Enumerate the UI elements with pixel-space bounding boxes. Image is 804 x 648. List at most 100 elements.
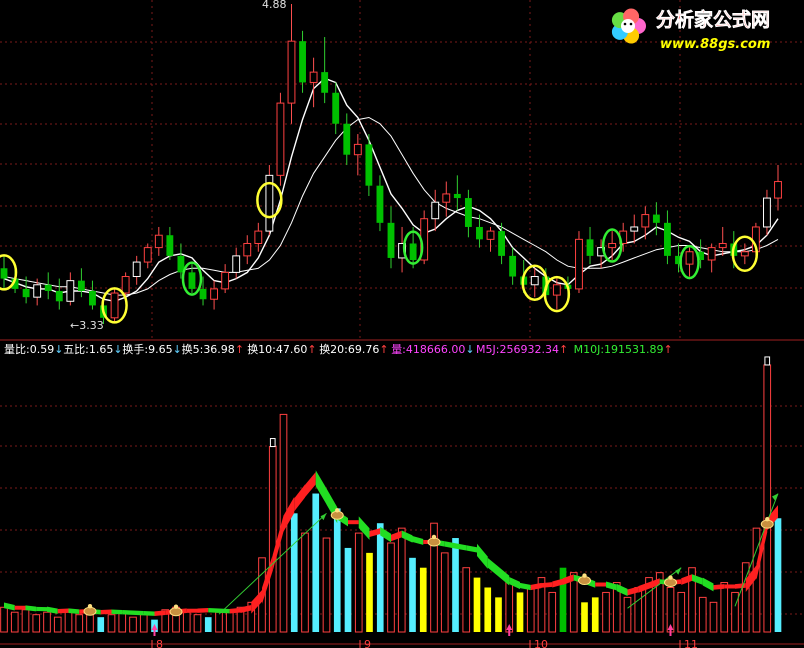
- indicator-item: 换10:47.60↑: [247, 342, 316, 356]
- ribbon-segment: [520, 582, 531, 591]
- volume-bar-up: [129, 616, 137, 633]
- ribbon-segment: [735, 583, 746, 589]
- candle-body-up: [154, 234, 163, 249]
- indicator-item: 换5:36.98↑: [182, 342, 244, 356]
- trend-arrow-head: [675, 567, 682, 575]
- up-arrow-stem: [669, 630, 672, 636]
- logo-eye: [623, 22, 627, 26]
- volume-bar-up: [548, 591, 557, 633]
- indicator-item: 换手:9.65↓: [122, 342, 181, 356]
- volume-bar-cyan: [409, 557, 416, 632]
- ribbon-segment: [713, 584, 725, 590]
- price-annotations: 4.88 ←3.33: [70, 0, 287, 332]
- candle-body-up: [254, 230, 263, 244]
- ribbon-segment: [541, 582, 553, 588]
- ribbon-segment: [595, 582, 606, 587]
- candle-body-down: [44, 284, 52, 291]
- candle-body-up: [232, 255, 241, 273]
- candle-body-up: [276, 102, 285, 176]
- ribbon-segment: [100, 609, 112, 615]
- candle-body-down: [498, 231, 505, 256]
- indicator-label: 换10:: [247, 342, 276, 356]
- ribbon-segment: [208, 608, 219, 613]
- volume-bar-yellow: [495, 597, 502, 632]
- gold-coin-top: [335, 508, 340, 513]
- volume-bar-yellow: [591, 597, 599, 632]
- indicator-item: M10J:191531.89↑: [574, 343, 673, 356]
- candle-body-down: [409, 243, 417, 260]
- volume-bar-cyan: [452, 538, 459, 632]
- candle-body-up: [442, 193, 451, 203]
- indicator-arrow: ↓: [465, 343, 474, 356]
- volume-bar-up: [0, 606, 8, 633]
- candle-body-up: [221, 271, 230, 290]
- candle-body-down: [365, 144, 373, 186]
- volume-bar-up: [75, 614, 84, 633]
- indicator-arrow: ↓: [173, 343, 182, 356]
- volume-bar-up: [301, 532, 309, 633]
- indicator-value: 0.59: [30, 343, 55, 356]
- indicator-label: 量比:: [4, 343, 30, 356]
- volume-bar-cyan: [774, 518, 782, 632]
- ribbon-segment: [724, 584, 735, 589]
- volume-bars: [0, 356, 782, 633]
- gold-coin-marker: [664, 578, 677, 588]
- candle-body-down: [509, 255, 517, 277]
- volume-bar-up: [182, 611, 191, 633]
- candle-body-up: [740, 251, 749, 257]
- indicator-arrow: ↓: [54, 343, 63, 356]
- indicator-arrow: ↑: [235, 343, 244, 356]
- indicator-label: 换5:: [182, 342, 204, 356]
- volume-bar-yellow: [581, 602, 588, 632]
- candle-body-up: [66, 280, 75, 302]
- candle-body-down: [464, 198, 472, 227]
- candle-body-up: [575, 238, 583, 290]
- candle-body-down: [89, 290, 96, 306]
- indicator-label: 量:: [391, 343, 406, 356]
- gold-coin-marker: [760, 519, 774, 529]
- ribbon-segment: [487, 557, 499, 577]
- up-arrow-stem: [153, 630, 156, 636]
- candle-body-up: [121, 276, 130, 294]
- indicator-value: 418666.00: [406, 343, 466, 356]
- candle-body-up: [707, 247, 716, 261]
- ribbon-segment: [477, 543, 488, 569]
- indicator-value: 1.65: [89, 343, 114, 356]
- candle-body-up: [132, 261, 141, 278]
- volume-bar-up: [21, 609, 30, 633]
- indicator-item: 五比:1.65↓: [63, 343, 122, 356]
- min-price-label: ←3.33: [70, 319, 104, 332]
- candle-body-up: [718, 242, 727, 249]
- candle-body-up: [641, 214, 650, 228]
- candle-body-down: [166, 235, 174, 256]
- ribbon-segment: [133, 610, 144, 616]
- volume-bar-cyan: [376, 523, 384, 632]
- indicator-value: 256932.34: [499, 343, 559, 356]
- candle-body-up: [287, 40, 296, 104]
- indicator-item: 量比:0.59↓: [4, 343, 63, 356]
- ribbon-segment: [348, 520, 359, 525]
- x-tick-label: 9: [364, 638, 371, 648]
- gold-coin-marker: [330, 510, 344, 520]
- volume-bar-cyan: [204, 617, 212, 632]
- gold-coin-top: [582, 573, 587, 578]
- indicator-arrow: ↑: [379, 343, 388, 356]
- gold-coin-marker: [169, 607, 183, 617]
- candle-body-up: [33, 284, 42, 298]
- ribbon-segment: [14, 605, 26, 610]
- candle-body-up: [685, 251, 694, 265]
- indicator-item: M5J:256932.34↑: [476, 343, 568, 356]
- candle-body-down: [55, 290, 63, 302]
- trend-arrow-head: [320, 513, 327, 521]
- ribbon-segment: [412, 536, 424, 545]
- candle-body-down: [321, 72, 329, 93]
- candle-body-down: [77, 280, 85, 291]
- gold-coin-top: [668, 575, 673, 580]
- gold-coin-marker: [83, 606, 97, 616]
- candle-body-down: [22, 288, 30, 298]
- indicator-arrow: ↑: [307, 343, 316, 356]
- volume-bar-up: [387, 542, 395, 633]
- indicator-value: 9.65: [148, 343, 173, 356]
- volume-bar-up: [731, 591, 739, 633]
- ribbon-segment: [111, 609, 123, 615]
